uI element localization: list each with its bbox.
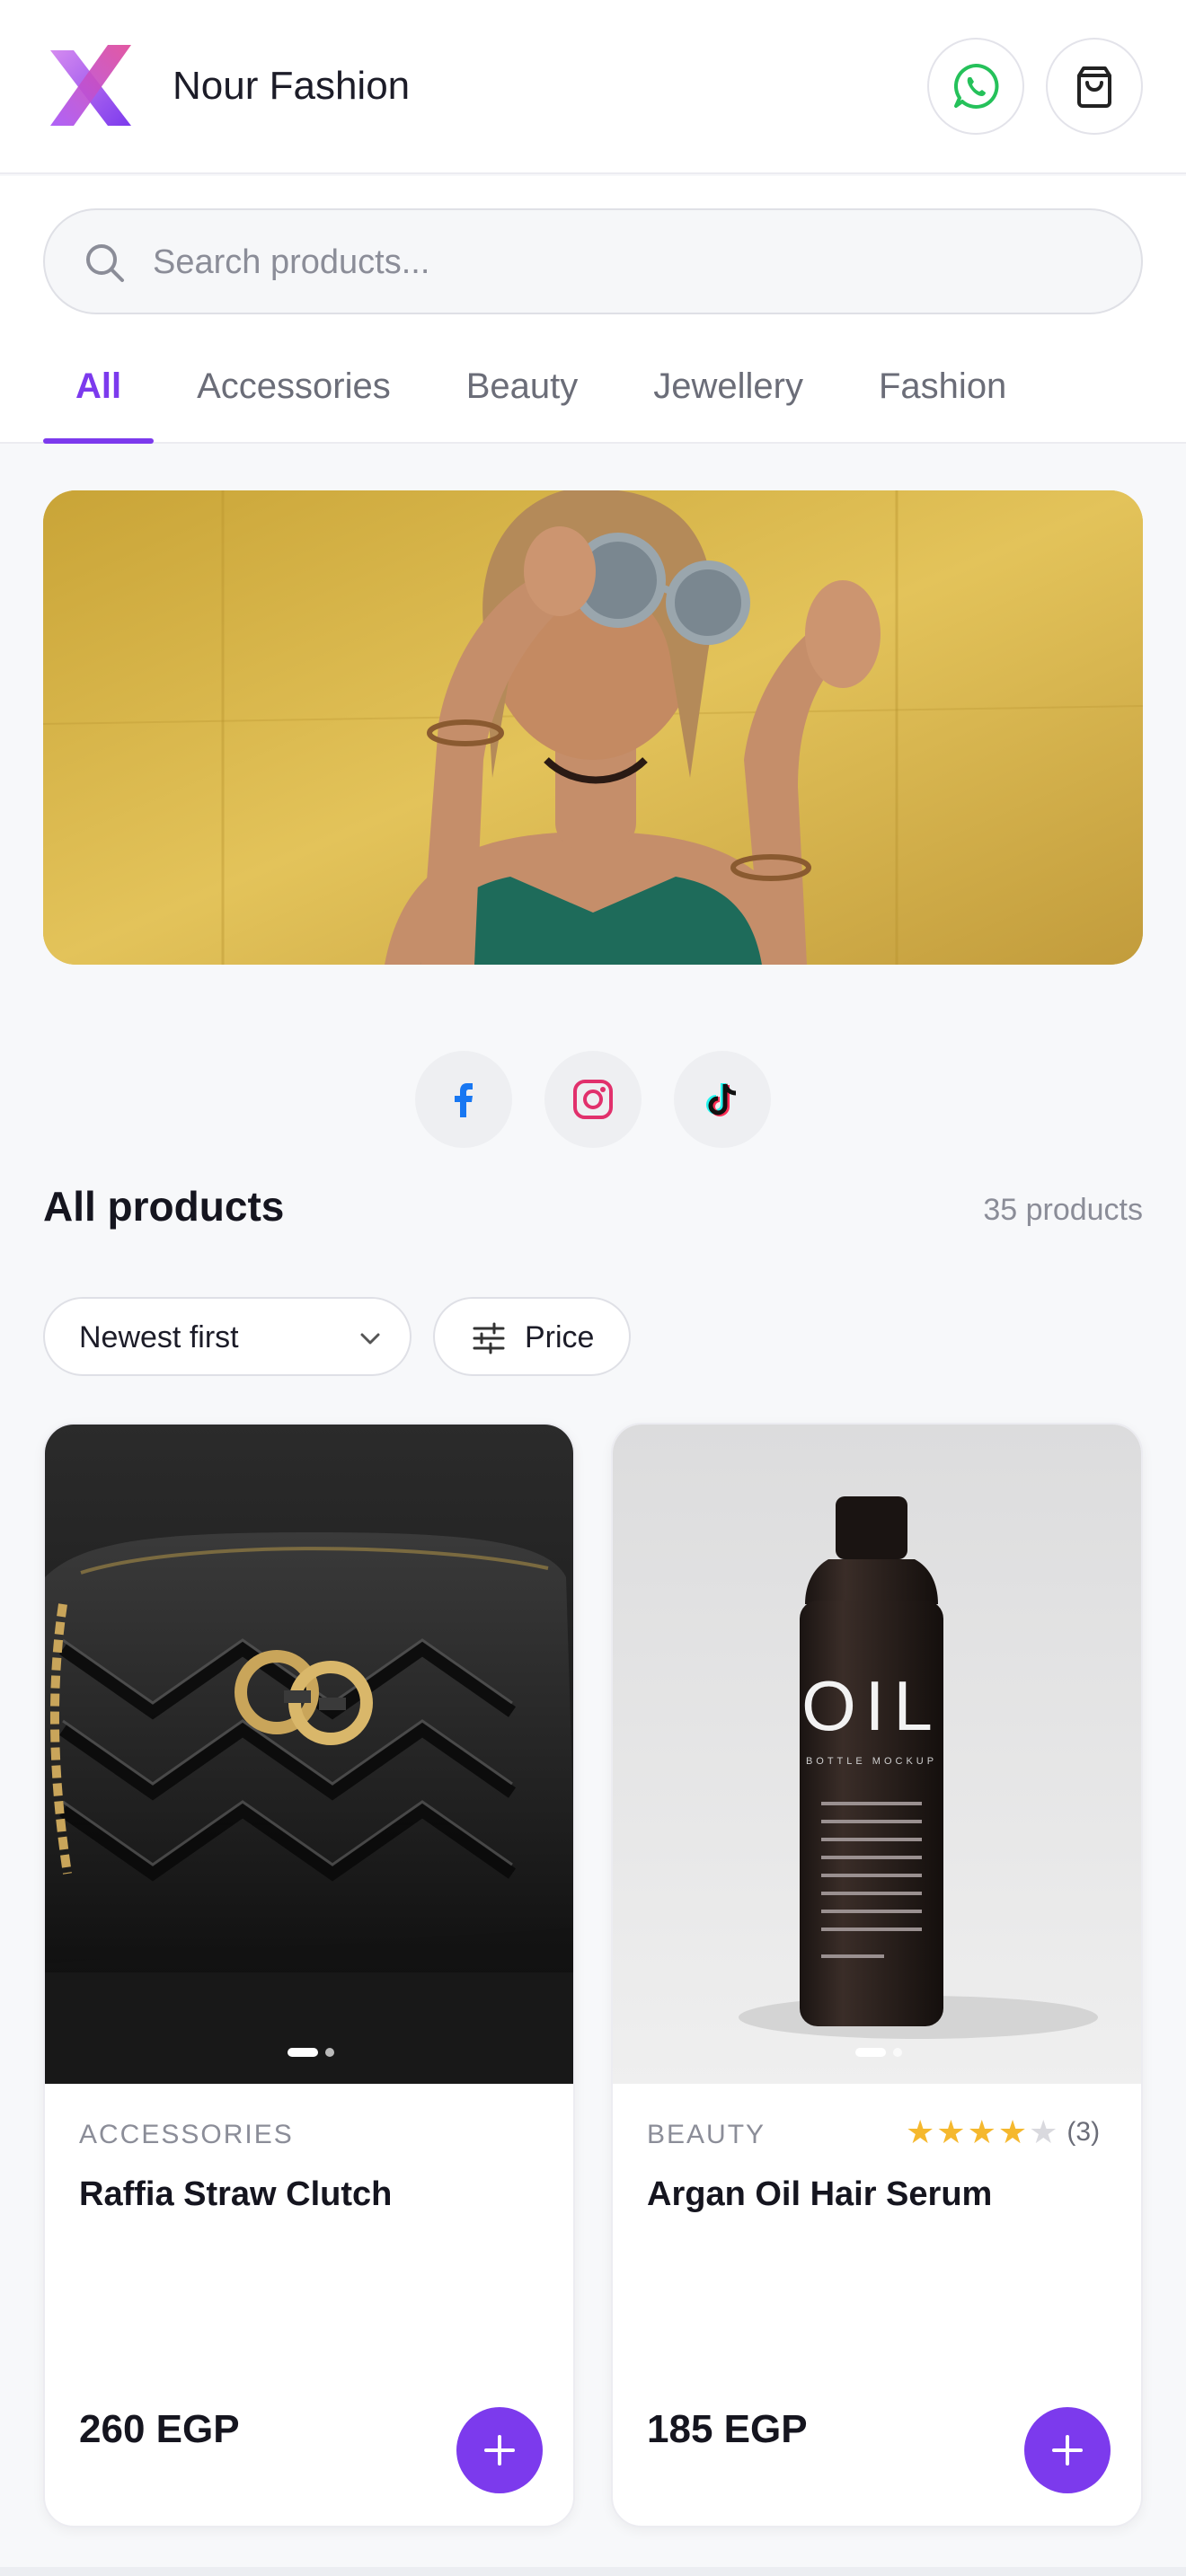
sliders-icon bbox=[473, 1322, 505, 1354]
section-title: All products bbox=[43, 1183, 285, 1230]
product-card[interactable]: OIL BOTTLE MOCKUP BEAUTY ★ ★ ★ ★ ★ (3) A… bbox=[611, 1423, 1143, 2527]
tab-beauty[interactable]: Beauty bbox=[434, 356, 611, 444]
product-name[interactable]: Raffia Straw Clutch bbox=[79, 2175, 392, 2214]
shopping-bag-icon bbox=[1077, 66, 1111, 108]
star-empty-icon: ★ bbox=[1029, 2113, 1058, 2150]
app-header: Nour Fashion bbox=[0, 0, 1186, 174]
banner-image bbox=[43, 490, 1143, 965]
tab-accessories[interactable]: Accessories bbox=[164, 356, 423, 444]
search-input[interactable] bbox=[153, 234, 1105, 291]
category-tabs: All Accessories Beauty Jewellery Fashion bbox=[43, 356, 1049, 444]
tiktok-button[interactable] bbox=[674, 1051, 771, 1148]
search-icon bbox=[86, 244, 124, 282]
bottle-label-text: OIL bbox=[801, 1666, 942, 1745]
sort-dropdown[interactable]: Newest first bbox=[43, 1297, 412, 1376]
star-filled-icon: ★ bbox=[906, 2113, 935, 2150]
whatsapp-button[interactable] bbox=[927, 38, 1024, 135]
whatsapp-icon bbox=[953, 63, 999, 109]
product-category: BEAUTY bbox=[647, 2120, 766, 2149]
add-to-cart-button[interactable] bbox=[1024, 2407, 1111, 2493]
plus-icon bbox=[484, 2435, 515, 2466]
bottom-divider bbox=[0, 2567, 1186, 2576]
facebook-icon bbox=[455, 1083, 473, 1117]
product-card[interactable]: ACCESSORIES Raffia Straw Clutch 260 EGP bbox=[43, 1423, 575, 2527]
price-filter-button[interactable]: Price bbox=[433, 1297, 631, 1376]
star-rating: ★ ★ ★ ★ ★ (3) bbox=[906, 2114, 1100, 2150]
product-image[interactable] bbox=[45, 1425, 573, 2084]
carousel-dot-active[interactable] bbox=[855, 2048, 886, 2057]
oil-bottle-image: OIL BOTTLE MOCKUP bbox=[613, 1425, 1141, 2084]
brand-name: Nour Fashion bbox=[173, 64, 411, 108]
hero-banner[interactable] bbox=[43, 490, 1143, 965]
handbag-image bbox=[45, 1425, 573, 2084]
product-price: 260 EGP bbox=[79, 2407, 240, 2451]
facebook-button[interactable] bbox=[415, 1051, 512, 1148]
tab-jewellery[interactable]: Jewellery bbox=[621, 356, 836, 444]
rating-count: (3) bbox=[1067, 2117, 1101, 2147]
product-count: 35 products bbox=[983, 1193, 1143, 1227]
bottle-label-subtext: BOTTLE MOCKUP bbox=[806, 1756, 937, 1767]
brand-logo[interactable] bbox=[50, 45, 131, 131]
plus-icon bbox=[1052, 2435, 1083, 2466]
price-filter-label: Price bbox=[525, 1320, 595, 1354]
star-filled-icon: ★ bbox=[936, 2113, 966, 2150]
star-filled-icon: ★ bbox=[997, 2113, 1028, 2150]
search-bar[interactable] bbox=[43, 208, 1143, 314]
add-to-cart-button[interactable] bbox=[456, 2407, 543, 2493]
carousel-dot[interactable] bbox=[893, 2048, 902, 2057]
carousel-dot[interactable] bbox=[325, 2048, 334, 2057]
chevron-down-icon bbox=[360, 1333, 380, 1345]
tab-fashion[interactable]: Fashion bbox=[846, 356, 1039, 444]
product-image[interactable]: OIL BOTTLE MOCKUP bbox=[613, 1425, 1141, 2084]
sort-selected-label: Newest first bbox=[79, 1320, 239, 1354]
star-filled-icon: ★ bbox=[967, 2113, 996, 2150]
product-category: ACCESSORIES bbox=[79, 2120, 294, 2149]
image-carousel-dots bbox=[45, 2048, 573, 2057]
search-and-tabs: All Accessories Beauty Jewellery Fashion bbox=[0, 176, 1186, 444]
image-carousel-dots bbox=[613, 2048, 1141, 2057]
tab-all[interactable]: All bbox=[43, 356, 155, 444]
product-name[interactable]: Argan Oil Hair Serum bbox=[647, 2175, 992, 2214]
product-price: 185 EGP bbox=[647, 2407, 808, 2451]
instagram-button[interactable] bbox=[544, 1051, 642, 1148]
cart-button[interactable] bbox=[1046, 38, 1143, 135]
tiktok-icon bbox=[706, 1083, 737, 1116]
carousel-dot-active[interactable] bbox=[288, 2048, 318, 2057]
instagram-icon bbox=[573, 1080, 613, 1119]
